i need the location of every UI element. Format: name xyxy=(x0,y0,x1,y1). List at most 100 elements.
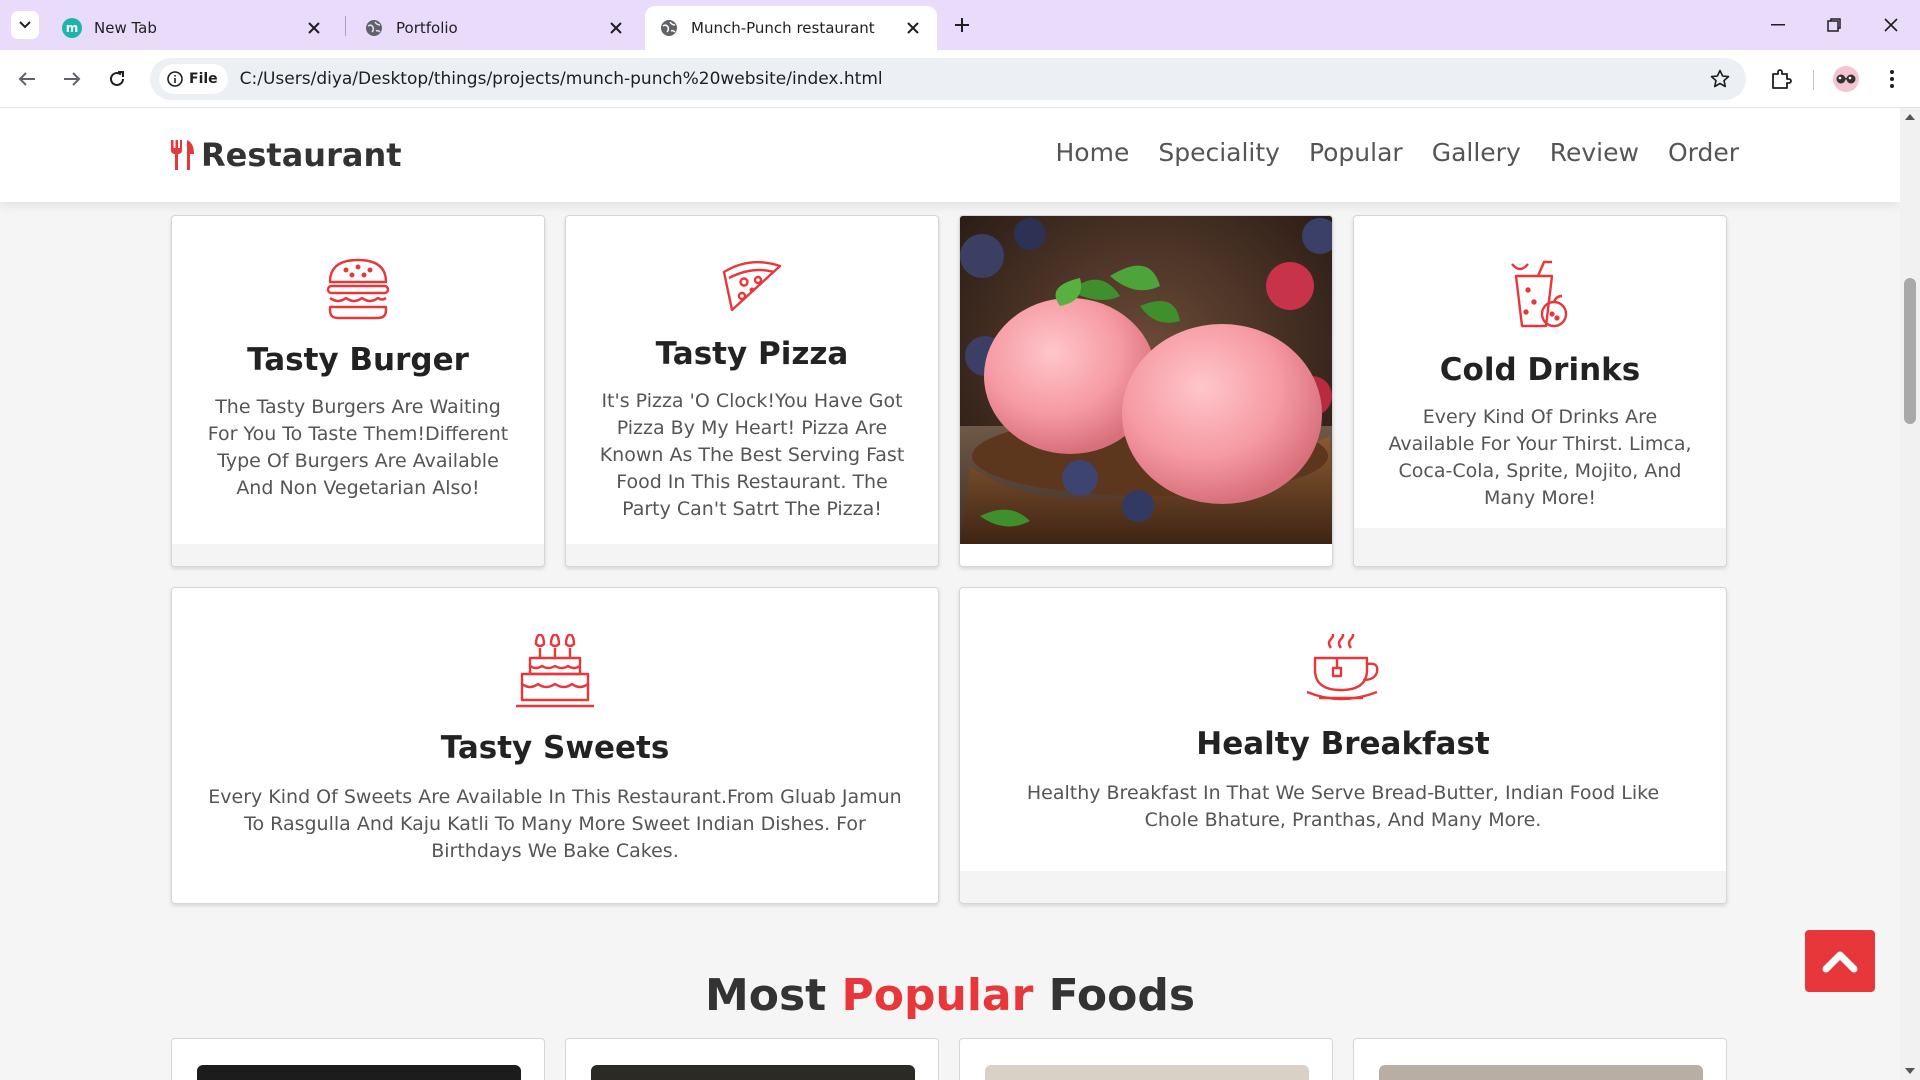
reload-icon xyxy=(110,71,124,86)
tab-separator xyxy=(345,16,346,36)
close-icon xyxy=(1884,18,1898,32)
drink-icon xyxy=(1354,260,1726,330)
popular-card xyxy=(959,1038,1333,1080)
bookmark-button[interactable] xyxy=(1708,67,1732,91)
speciality-card-sweets: Tasty Sweets Every Kind Of Sweets Are Av… xyxy=(171,587,939,904)
speciality-card-burger: Tasty Burger The Tasty Burgers Are Waiti… xyxy=(171,215,545,567)
nav-link-speciality[interactable]: Speciality xyxy=(1158,138,1280,167)
card-text: Healthy Breakfast In That We Serve Bread… xyxy=(1026,782,1660,831)
cake-icon xyxy=(172,634,938,708)
speciality-card-drinks: Cold Drinks Every Kind Of Drinks Are Ava… xyxy=(1353,215,1727,567)
coffee-icon xyxy=(960,634,1726,704)
title-part-foods: Foods xyxy=(1048,970,1196,1021)
reload-button[interactable] xyxy=(101,63,133,95)
globe-icon xyxy=(659,18,679,38)
popular-card xyxy=(171,1038,545,1080)
speciality-card-pizza: Tasty Pizza It's Pizza 'O Clock!You Have… xyxy=(565,215,939,567)
nav-link-home[interactable]: Home xyxy=(1056,138,1130,167)
title-part-most: Most xyxy=(704,970,827,1021)
chevron-up-icon xyxy=(1822,951,1858,973)
pizza-icon xyxy=(566,258,938,314)
extensions-button[interactable] xyxy=(1765,63,1797,95)
url-text[interactable]: C:/Users/diya/Desktop/things/projects/mu… xyxy=(240,69,883,89)
chip-label: File xyxy=(189,71,218,87)
arrow-left-icon xyxy=(18,72,35,86)
card-footer-strip xyxy=(172,544,544,566)
forward-button[interactable] xyxy=(56,63,88,95)
card-text: The Tasty Burgers Are Waiting For You To… xyxy=(207,396,509,499)
close-icon[interactable] xyxy=(304,18,324,38)
page-scrollbar[interactable] xyxy=(1900,108,1920,1080)
scrollbar-thumb[interactable] xyxy=(1904,278,1916,424)
nav-link-review[interactable]: Review xyxy=(1550,138,1639,167)
card-text: Every Kind Of Sweets Are Available In Th… xyxy=(208,786,902,862)
popular-food-image xyxy=(1379,1065,1703,1080)
info-icon xyxy=(167,71,183,87)
title-part-popular: Popular xyxy=(841,970,1034,1021)
tab-munch-punch[interactable]: Munch-Punch restaurant xyxy=(645,6,937,50)
speciality-card-ice-cream xyxy=(959,215,1333,567)
burger-icon xyxy=(172,258,544,320)
tab-search-button[interactable] xyxy=(11,11,39,39)
popular-food-image xyxy=(985,1065,1309,1080)
restore-button[interactable] xyxy=(1818,10,1850,40)
minimize-button[interactable] xyxy=(1762,10,1794,40)
speciality-card-breakfast: Healty Breakfast Healthy Breakfast In Th… xyxy=(959,587,1727,904)
back-button[interactable] xyxy=(11,63,43,95)
site-info-chip[interactable]: File xyxy=(159,64,228,94)
window-close-button[interactable] xyxy=(1875,10,1907,40)
tab-new-tab[interactable]: m New Tab xyxy=(48,6,338,50)
ice-cream-image xyxy=(960,216,1332,544)
tab-title: New Tab xyxy=(94,19,157,37)
site-header: Restaurant Home Speciality Popular Galle… xyxy=(0,108,1900,202)
popular-card xyxy=(1353,1038,1727,1080)
card-title: Healty Breakfast xyxy=(1196,726,1490,762)
tab-title: Munch-Punch restaurant xyxy=(691,19,875,37)
logo-text: Restaurant xyxy=(201,136,402,174)
chevron-down-icon xyxy=(19,21,31,29)
card-text: It's Pizza 'O Clock!You Have Got Pizza B… xyxy=(599,390,905,520)
puzzle-icon xyxy=(1772,69,1792,89)
star-icon xyxy=(1710,69,1730,88)
toolbar-separator xyxy=(1813,70,1814,90)
address-bar[interactable]: File C:/Users/diya/Desktop/things/projec… xyxy=(150,58,1746,100)
glasses-icon xyxy=(1836,74,1856,84)
card-footer-strip xyxy=(960,871,1726,903)
browser-tab-bar: m New Tab Portfolio Munch-Punch restaura… xyxy=(0,0,1920,50)
card-title: Cold Drinks xyxy=(1439,352,1641,388)
tab-portfolio[interactable]: Portfolio xyxy=(350,6,640,50)
card-title: Tasty Pizza xyxy=(655,336,849,372)
site-logo[interactable]: Restaurant xyxy=(169,136,402,174)
close-icon[interactable] xyxy=(903,18,923,38)
nav-link-order[interactable]: Order xyxy=(1668,138,1739,167)
globe-icon xyxy=(364,18,384,38)
card-title: Tasty Burger xyxy=(247,342,469,378)
card-footer-strip xyxy=(566,544,938,566)
browser-toolbar: File C:/Users/diya/Desktop/things/projec… xyxy=(0,50,1920,108)
scroll-up-arrow-icon[interactable] xyxy=(1905,114,1915,120)
minimize-icon xyxy=(1771,24,1785,26)
scroll-down-arrow-icon[interactable] xyxy=(1905,1068,1915,1074)
card-text: Every Kind Of Drinks Are Available For Y… xyxy=(1388,406,1692,509)
popular-section-title: Most Popular Foods xyxy=(0,970,1900,1021)
popular-food-image xyxy=(197,1065,521,1080)
card-title: Tasty Sweets xyxy=(440,730,670,766)
close-icon[interactable] xyxy=(606,18,626,38)
utensils-icon xyxy=(169,139,195,171)
nav-link-gallery[interactable]: Gallery xyxy=(1432,138,1521,167)
main-nav: Home Speciality Popular Gallery Review O… xyxy=(1027,138,1740,167)
tab-title: Portfolio xyxy=(396,19,458,37)
nav-link-popular[interactable]: Popular xyxy=(1309,138,1403,167)
popular-card xyxy=(565,1038,939,1080)
plus-icon xyxy=(955,18,969,32)
more-vertical-icon xyxy=(1890,70,1894,88)
card-footer-strip xyxy=(1354,528,1726,566)
browser-menu-button[interactable] xyxy=(1880,63,1904,95)
profile-avatar[interactable] xyxy=(1833,66,1859,92)
new-tab-button[interactable] xyxy=(948,11,976,39)
scroll-to-top-button[interactable] xyxy=(1805,930,1875,992)
page-viewport: Restaurant Home Speciality Popular Galle… xyxy=(0,108,1900,1080)
favicon-m-icon: m xyxy=(62,18,82,38)
popular-food-image xyxy=(591,1065,915,1080)
restore-icon xyxy=(1827,18,1841,32)
